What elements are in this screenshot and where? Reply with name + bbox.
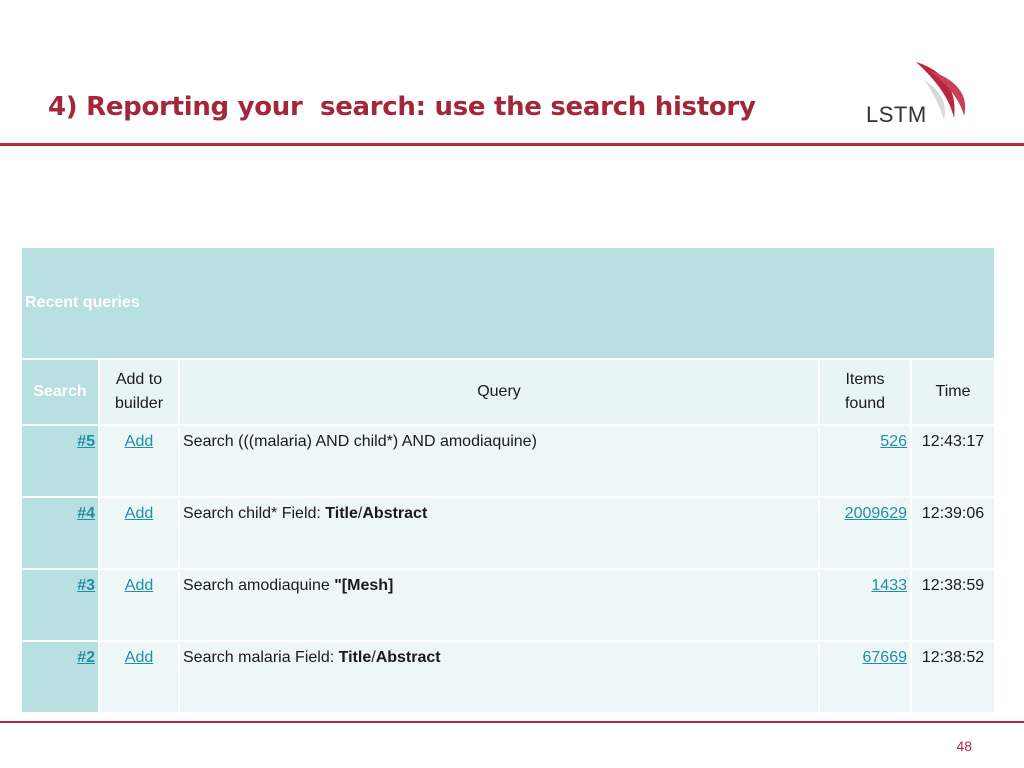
footer-divider [0,721,1024,723]
query-field-2: Abstract [362,505,428,522]
column-header-query: Query [180,360,818,424]
query-field-1: "[Mesh] [334,577,394,594]
lstm-logo: LSTM [862,60,974,130]
column-header-add-to-builder: Add to builder [100,360,178,424]
query-field-1: Title [338,649,372,666]
query-cell: Search (((malaria) AND child*) AND amodi… [180,426,818,496]
page-number: 48 [956,738,972,754]
table-row: #3 Add Search amodiaquine "[Mesh] 1433 1… [22,570,994,640]
table-caption: Recent queries [22,248,994,358]
add-to-builder-link[interactable]: Add [125,649,153,666]
slide-title: 4) Reporting your search: use the search… [48,92,756,122]
query-cell: Search child* Field: Title/Abstract [180,498,818,568]
add-to-builder-link[interactable]: Add [125,433,153,450]
table-row: #2 Add Search malaria Field: Title/Abstr… [22,642,994,712]
query-text: Search amodiaquine [183,577,335,594]
time-cell: 12:38:52 [912,642,994,712]
table-row: #4 Add Search child* Field: Title/Abstra… [22,498,994,568]
query-text: Search (((malaria) AND child*) AND amodi… [183,433,537,450]
column-header-time: Time [912,360,994,424]
time-cell: 12:39:06 [912,498,994,568]
add-to-builder-link[interactable]: Add [125,577,153,594]
search-number-link[interactable]: #5 [77,433,95,450]
sail-icon [916,62,966,120]
table-row: #5 Add Search (((malaria) AND child*) AN… [22,426,994,496]
search-history-table: Recent queries Search Add to builder Que… [20,246,996,714]
header-items-line1: Items [845,371,885,388]
items-found-link[interactable]: 67669 [863,649,908,666]
query-field-1: Title [325,505,358,522]
column-header-search: Search [22,360,98,424]
header-items-line2: found [844,395,886,412]
query-text: Search child* Field: [183,505,326,522]
query-cell: Search malaria Field: Title/Abstract [180,642,818,712]
time-cell: 12:38:59 [912,570,994,640]
items-found-link[interactable]: 1433 [871,577,907,594]
header-add-line2: builder [114,395,164,412]
items-found-link[interactable]: 2009629 [845,505,907,522]
query-text: Search malaria Field: [183,649,339,666]
search-number-link[interactable]: #4 [77,505,95,522]
items-found-link[interactable]: 526 [880,433,907,450]
column-header-items-found: Items found [820,360,910,424]
time-cell: 12:43:17 [912,426,994,496]
search-number-link[interactable]: #2 [77,649,95,666]
query-cell: Search amodiaquine "[Mesh] [180,570,818,640]
search-number-link[interactable]: #3 [77,577,95,594]
query-field-2: Abstract [375,649,441,666]
title-divider [0,143,1024,146]
header-add-line1: Add to [115,371,163,388]
add-to-builder-link[interactable]: Add [125,505,153,522]
